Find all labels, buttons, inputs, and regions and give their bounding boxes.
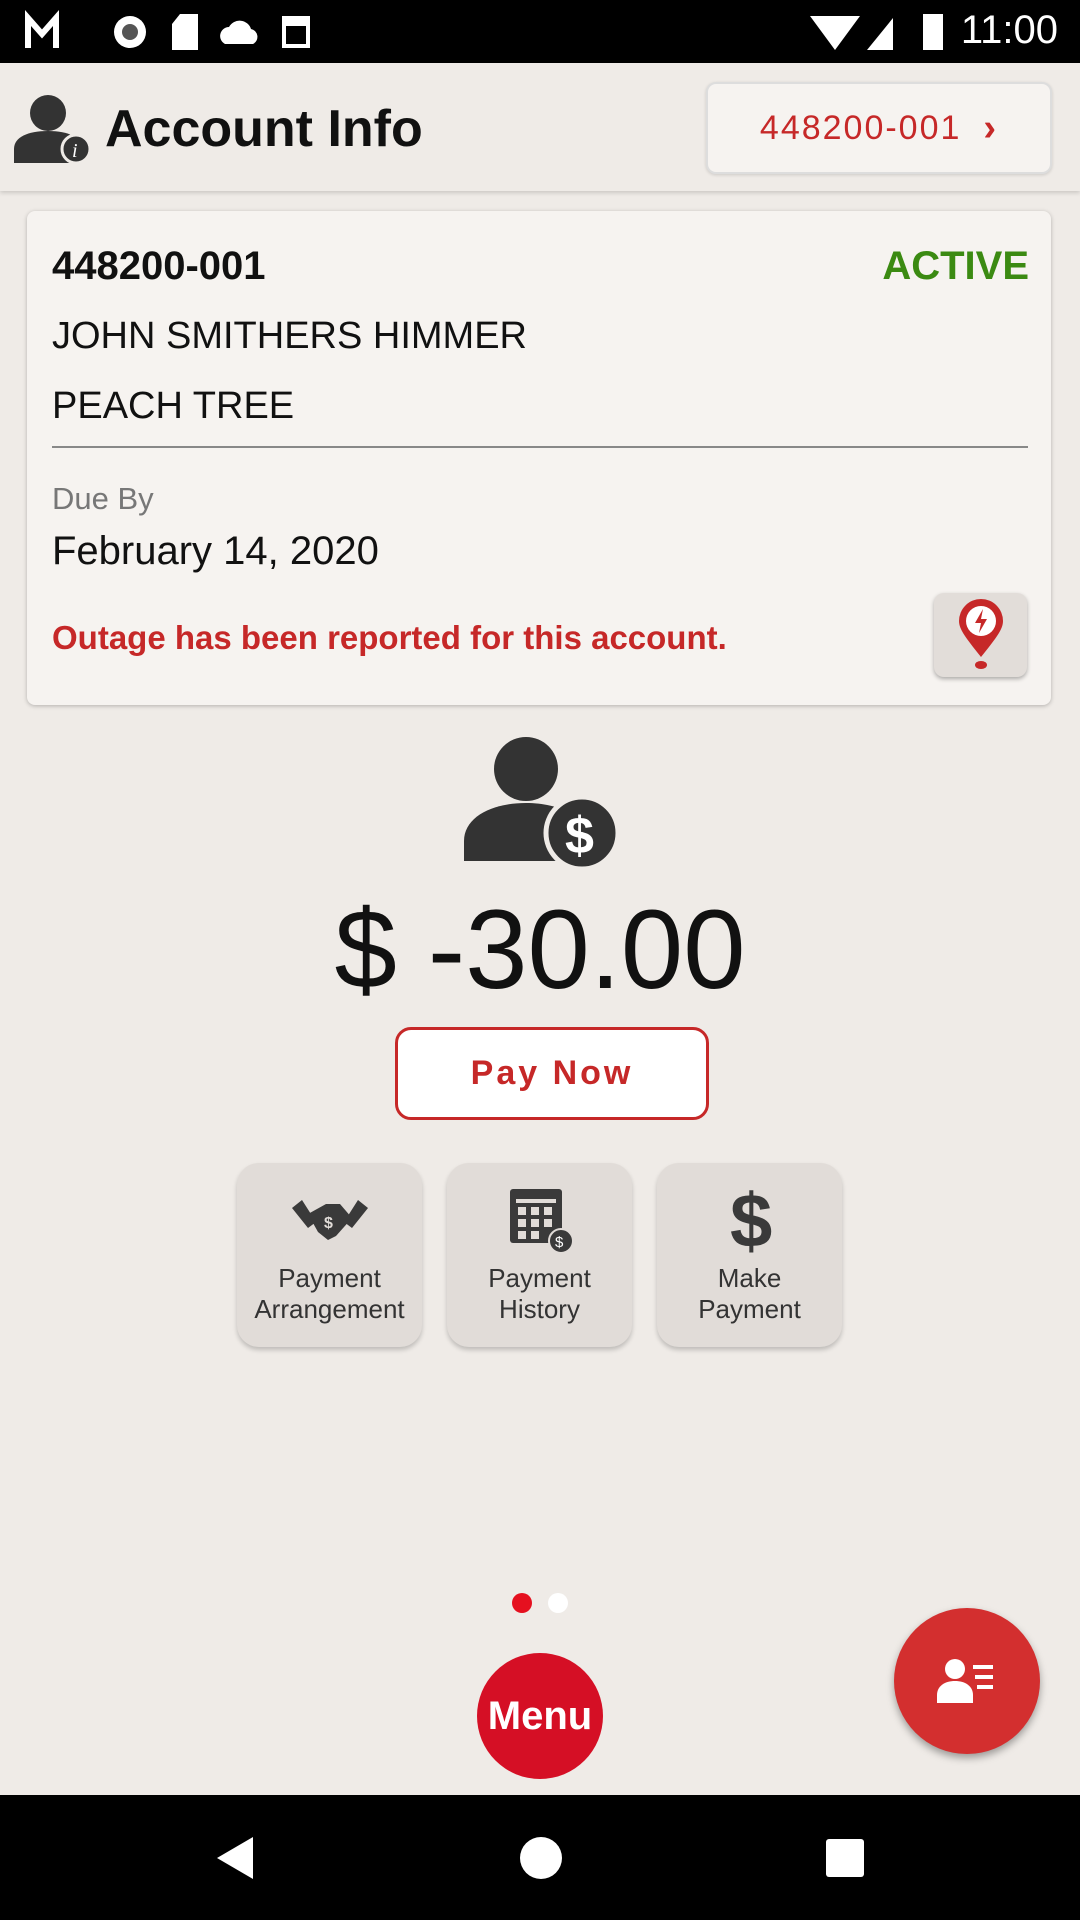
- tile-label: Payment: [278, 1263, 381, 1293]
- svg-text:$: $: [555, 1234, 564, 1251]
- app-header: i Account Info 448200-001 ›: [0, 63, 1080, 191]
- due-date: February 14, 2020: [52, 529, 379, 573]
- clock: 11:00: [960, 8, 1058, 52]
- balance-amount: $ -30.00: [334, 887, 746, 1012]
- tile-label: Payment: [698, 1294, 801, 1324]
- page-indicator[interactable]: [548, 1593, 568, 1613]
- notification-icons: [25, 10, 310, 50]
- pay-now-button[interactable]: Pay Now: [395, 1027, 709, 1120]
- due-label: Due By: [52, 481, 154, 516]
- outage-map-button[interactable]: [934, 593, 1027, 677]
- svg-text:$: $: [324, 1215, 333, 1232]
- outage-pin-icon: [958, 599, 1003, 669]
- svg-text:$: $: [565, 807, 594, 865]
- svg-text:$: $: [730, 1185, 772, 1255]
- tile-label: Payment: [488, 1263, 591, 1293]
- chevron-right-icon: ›: [983, 106, 999, 149]
- home-icon[interactable]: [518, 1835, 564, 1881]
- page-title: Account Info: [105, 100, 423, 158]
- connectivity-icons: [810, 14, 943, 50]
- navigation-bar: [0, 1795, 1080, 1920]
- status-bar: 11:00: [0, 0, 1080, 63]
- menu-button[interactable]: Menu: [477, 1653, 603, 1779]
- svg-text:i: i: [72, 140, 78, 162]
- payment-history-button[interactable]: $ Payment History: [447, 1163, 632, 1347]
- account-selector-label: 448200-001: [759, 108, 962, 147]
- user-list-icon: [937, 1659, 993, 1703]
- page-indicator-active[interactable]: [512, 1593, 532, 1613]
- account-info-icon: i: [14, 95, 92, 165]
- account-number: 448200-001: [52, 244, 266, 288]
- account-holder-name: JOHN SMITHERS HIMMER: [52, 315, 527, 357]
- tile-label: Make: [717, 1263, 782, 1293]
- outage-message: Outage has been reported for this accoun…: [52, 619, 727, 656]
- handshake-icon: $: [291, 1200, 368, 1240]
- dollar-icon: $: [730, 1185, 772, 1255]
- account-card: 448200-001 ACTIVE JOHN SMITHERS HIMMER P…: [27, 211, 1051, 705]
- make-payment-button[interactable]: $ Make Payment: [657, 1163, 842, 1347]
- status-badge: ACTIVE: [882, 244, 1029, 288]
- calendar-dollar-icon: $: [509, 1189, 574, 1254]
- divider: [52, 446, 1028, 448]
- account-location: PEACH TREE: [52, 385, 295, 427]
- account-balance-icon: $: [464, 737, 620, 871]
- recents-icon[interactable]: [824, 1837, 866, 1879]
- payment-arrangement-button[interactable]: $ Payment Arrangement: [237, 1163, 422, 1347]
- contact-fab[interactable]: [894, 1608, 1040, 1754]
- tile-label: History: [499, 1294, 580, 1324]
- tile-label: Arrangement: [254, 1294, 405, 1324]
- account-selector-button[interactable]: 448200-001 ›: [706, 82, 1052, 174]
- back-icon[interactable]: [215, 1835, 255, 1881]
